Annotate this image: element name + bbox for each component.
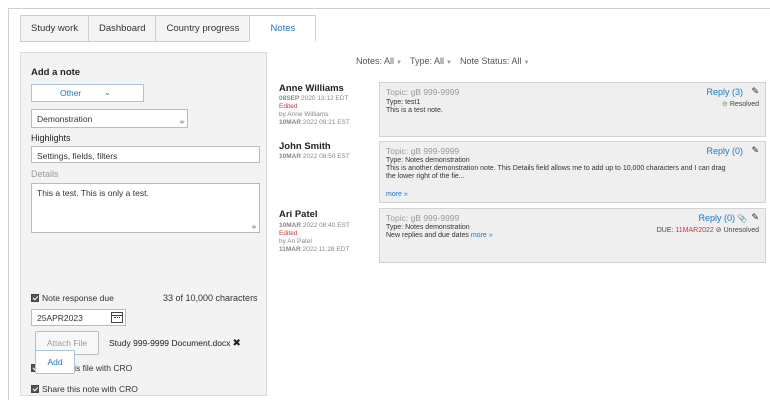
pencil-icon[interactable]: ✎ [751,86,759,97]
note-body: New replies and due dates more » [386,232,493,239]
due-label: DUE: [656,227,674,234]
more-link[interactable]: more » [386,191,408,200]
note-author: John Smith [279,141,331,152]
attached-file: Study 999-9999 Document.docx ✖ [109,338,241,349]
note-meta: 08SEP 2020 13:12 EDT Edited by Anne Will… [279,95,350,127]
note-topic: Topic: gB 999-9999 [386,146,460,156]
reply-link[interactable]: Reply (0) [706,146,743,156]
add-note-panel: Add a note Other ⌄ Demonstration ≑ Highl… [20,52,267,396]
note-date: 10MAR 2022 08:50 EST [279,153,350,160]
edited-flag: Edited [279,103,298,110]
status-filter[interactable]: Note Status: All ▼ [460,56,530,66]
note-status: DUE: 11MAR2022 ⊘ Unresolved [657,226,759,234]
caret-down-icon: ▼ [523,60,530,66]
type-filter[interactable]: Type: All ▼ [410,56,452,66]
edited-by: by Ari Patel [279,238,312,245]
note-topic: Topic: gB 999-9999 [386,87,460,97]
edited-flag: Edited [279,230,298,237]
note-card[interactable]: Topic: gB 999-9999 Type: Notes demonstra… [379,208,766,263]
note-author: Ari Patel [279,209,318,220]
calendar-icon[interactable] [111,312,123,323]
pencil-icon[interactable]: ✎ [751,145,759,156]
edited-by: by Anne Williams [279,111,329,118]
note-title-value: Demonstration [37,114,93,124]
highlights-value: Settings, fields, filters [37,151,118,161]
note-author: Anne Williams [279,83,344,94]
note-type-value: Other [60,88,82,98]
note-body-line: the lower right of the fie... [386,173,465,180]
due-date: 11MAR2022 [675,227,714,234]
share-note-label: Share this note with CRO [42,384,138,394]
type-filter-label: Type: All [409,56,445,66]
edited-date: 10MAR 2022 09:21 EST [279,119,350,126]
note-card[interactable]: Topic: gB 999-9999 Type: Notes demonstra… [379,141,766,203]
checkbox-checked-icon [31,294,39,302]
more-link[interactable]: more » [471,232,493,239]
attached-file-name: Study 999-9999 Document.docx [109,338,231,348]
notes-filter-label: Notes: All [356,56,395,66]
due-date-input[interactable]: 25APR2023 [31,309,126,326]
status-filter-label: Note Status: All [459,56,522,66]
paperclip-icon[interactable]: 📎 [737,214,747,223]
caret-down-icon: ▼ [396,60,402,66]
panel-title: Add a note [31,67,81,78]
edited-date: 11MAR 2022 11:28 EDT [279,246,350,253]
reply-link[interactable]: Reply (3) [706,87,743,97]
resize-handle-icon[interactable]: ≑ [251,223,257,231]
details-value: This a test. This is only a test. [37,188,149,198]
checkbox-checked-icon [31,385,39,393]
note-title-input[interactable]: Demonstration ≑ [31,109,188,128]
reply-link[interactable]: Reply (0) [698,213,735,223]
highlights-label: Highlights [31,133,71,143]
note-type-select[interactable]: Other ⌄ [31,84,144,102]
character-counter: 33 of 10,000 characters [163,293,258,303]
tab-country-progress[interactable]: Country progress [155,15,250,42]
tab-study-work[interactable]: Study work [20,15,88,42]
close-icon[interactable]: ✖ [232,338,240,349]
note-body: This is a test note. [386,107,443,114]
note-card[interactable]: Topic: gB 999-9999 Type: test1 This is a… [379,82,766,137]
filter-bar: Notes: All ▼ Type: All ▼ Note Status: All ▼ [356,56,529,66]
pencil-icon[interactable]: ✎ [751,212,759,223]
note-meta: 10MAR 2022 08:40 EST Edited by Ari Patel… [279,222,350,254]
check-circle-icon: ⊝ [721,101,728,108]
share-note-checkbox[interactable]: Share this note with CRO [31,384,138,394]
note-meta: 10MAR 2022 08:50 EST [279,153,350,161]
highlights-input[interactable]: Settings, fields, filters [31,146,260,163]
note-response-due-label: Note response due [42,293,114,303]
note-status: ⊝ Resolved [722,100,759,108]
resize-handle-icon[interactable]: ≑ [179,118,185,126]
add-note-button[interactable]: Add [35,350,75,374]
status-label: Resolved [729,101,759,108]
note-response-due-checkbox[interactable]: Note response due [31,293,114,303]
note-topic: Topic: gB 999-9999 [386,213,460,223]
note-date: 08SEP 2020 13:12 EDT [279,95,349,102]
status-label: Unresolved [723,227,759,234]
details-label: Details [31,169,59,179]
caret-down-icon: ▼ [446,60,452,66]
tab-dashboard[interactable]: Dashboard [88,15,156,42]
circle-slash-icon: ⊘ [715,227,722,234]
tab-bar: Study work Dashboard Country progress No… [20,15,317,42]
notes-filter[interactable]: Notes: All ▼ [356,56,402,66]
chevron-down-icon: ⌄ [104,88,111,97]
due-date-value: 25APR2023 [37,313,83,323]
note-date: 10MAR 2022 08:40 EST [279,222,350,229]
details-textarea[interactable]: This a test. This is only a test. ≑ [31,183,260,233]
tab-notes[interactable]: Notes [249,15,317,42]
